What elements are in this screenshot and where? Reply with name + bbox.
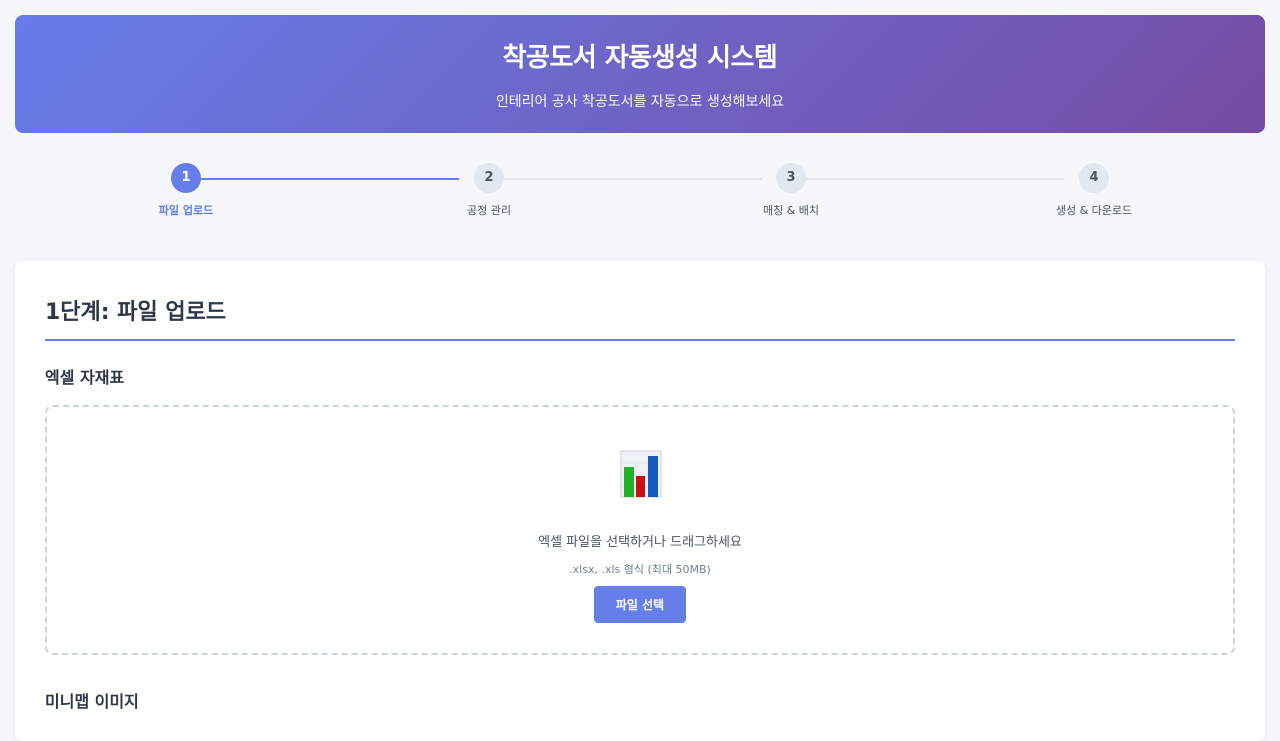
step-number: 1 xyxy=(171,163,201,193)
step-number: 3 xyxy=(776,163,806,193)
dropzone-prompt: 엑셀 파일을 선택하거나 드래그하세요 xyxy=(538,535,742,550)
step-label: 생성 & 다운로드 xyxy=(1055,204,1133,217)
excel-dropzone[interactable]: 엑셀 파일을 선택하거나 드래그하세요 .xlsx, .xls 형식 (최대 5… xyxy=(45,405,1235,655)
select-file-button[interactable]: 파일 선택 xyxy=(594,586,686,623)
title-divider xyxy=(45,339,1235,341)
app-subtitle: 인테리어 공사 착공도서를 자동으로 생성해보세요 xyxy=(495,94,785,110)
step-label: 파일 업로드 xyxy=(158,204,214,217)
app-title: 착공도서 자동생성 시스템 xyxy=(502,43,778,73)
step-progress: 1 파일 업로드 2 공정 관리 3 매칭 & 배치 4 생성 & 다운로드 xyxy=(0,160,1280,230)
excel-section-title: 엑셀 자재표 xyxy=(45,368,125,387)
upload-card: 1단계: 파일 업로드 엑셀 자재표 엑셀 파일을 선택하거나 드래그하세요 .… xyxy=(15,261,1265,741)
step-matching[interactable]: 3 매칭 & 배치 xyxy=(731,163,851,218)
app-header: 착공도서 자동생성 시스템 인테리어 공사 착공도서를 자동으로 생성해보세요 xyxy=(15,15,1265,133)
minimap-section-title: 미니맵 이미지 xyxy=(45,692,139,711)
step-label: 매칭 & 배치 xyxy=(762,204,820,217)
dropzone-hint: .xlsx, .xls 형식 (최대 50MB) xyxy=(569,563,711,576)
step-process[interactable]: 2 공정 관리 xyxy=(429,163,549,218)
step-upload[interactable]: 1 파일 업로드 xyxy=(126,163,246,218)
step-number: 4 xyxy=(1079,163,1109,193)
bar-chart-icon xyxy=(620,450,662,498)
step-generate[interactable]: 4 생성 & 다운로드 xyxy=(1034,163,1154,218)
card-title: 1단계: 파일 업로드 xyxy=(45,300,227,325)
step-label: 공정 관리 xyxy=(467,204,511,217)
step-number: 2 xyxy=(474,163,504,193)
